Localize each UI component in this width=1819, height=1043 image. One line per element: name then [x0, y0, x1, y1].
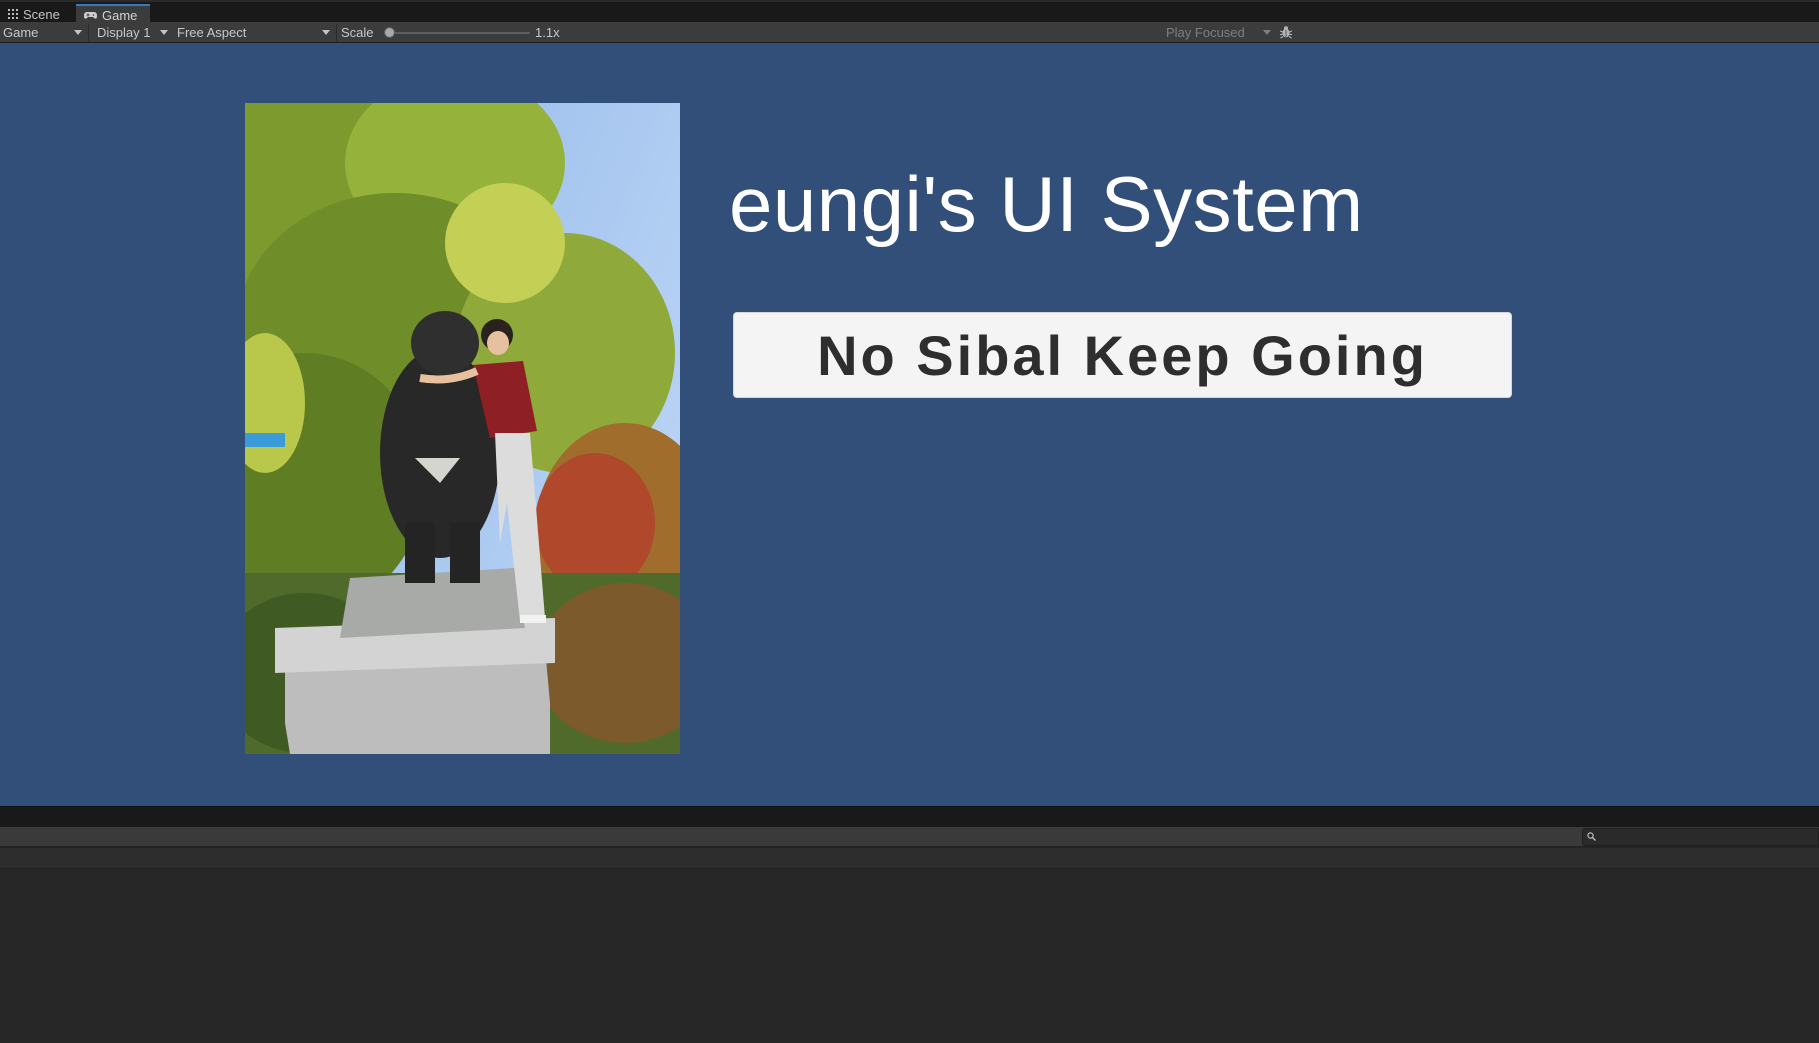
console-body[interactable]	[0, 869, 1819, 1043]
toolbar-divider	[88, 24, 89, 41]
console-search[interactable]	[1582, 828, 1819, 846]
page-title: eungi's UI System	[729, 160, 1364, 248]
game-viewport[interactable]: eungi's UI System No Sibal Keep Going	[0, 43, 1819, 806]
view-mode-label: Game	[3, 24, 39, 40]
aspect-label: Free Aspect	[177, 24, 247, 40]
grid-icon	[8, 9, 18, 19]
tab-game-label: Game	[102, 7, 138, 23]
chevron-down-icon	[74, 30, 82, 35]
display-dropdown[interactable]: Display 1	[94, 22, 172, 42]
scale-label: Scale	[341, 24, 374, 40]
console-search-input[interactable]	[1599, 829, 1817, 845]
play-mode-dropdown[interactable]: Play Focused	[1166, 22, 1275, 42]
view-mode-dropdown[interactable]: Game	[0, 22, 86, 42]
console-tab-strip	[0, 806, 1819, 827]
bug-icon	[1279, 26, 1293, 39]
chevron-down-icon	[1263, 30, 1271, 35]
chevron-down-icon	[160, 30, 168, 35]
scale-slider-handle[interactable]	[384, 27, 395, 38]
tab-game[interactable]: Game	[76, 4, 150, 24]
console-toolbar	[0, 827, 1819, 847]
keep-going-button[interactable]: No Sibal Keep Going	[733, 312, 1512, 398]
editor-tab-strip: Scene Game	[0, 0, 1819, 24]
tab-scene[interactable]: Scene	[0, 4, 76, 24]
scale-value: 1.1x	[535, 24, 560, 40]
scale-slider[interactable]	[385, 32, 530, 34]
search-icon	[1587, 832, 1596, 841]
tab-scene-label: Scene	[23, 6, 60, 22]
photo-image	[245, 103, 680, 754]
game-view-toolbar: Game Display 1 Free Aspect Scale 1.1x Pl…	[0, 22, 1819, 43]
aspect-dropdown[interactable]: Free Aspect	[174, 22, 334, 42]
console-subheader	[0, 848, 1819, 869]
play-mode-label: Play Focused	[1166, 24, 1245, 40]
chevron-down-icon	[322, 30, 330, 35]
stats-button[interactable]	[1276, 23, 1296, 41]
display-label: Display 1	[97, 24, 151, 40]
gamepad-icon	[84, 11, 97, 19]
toolbar-divider	[336, 24, 337, 41]
